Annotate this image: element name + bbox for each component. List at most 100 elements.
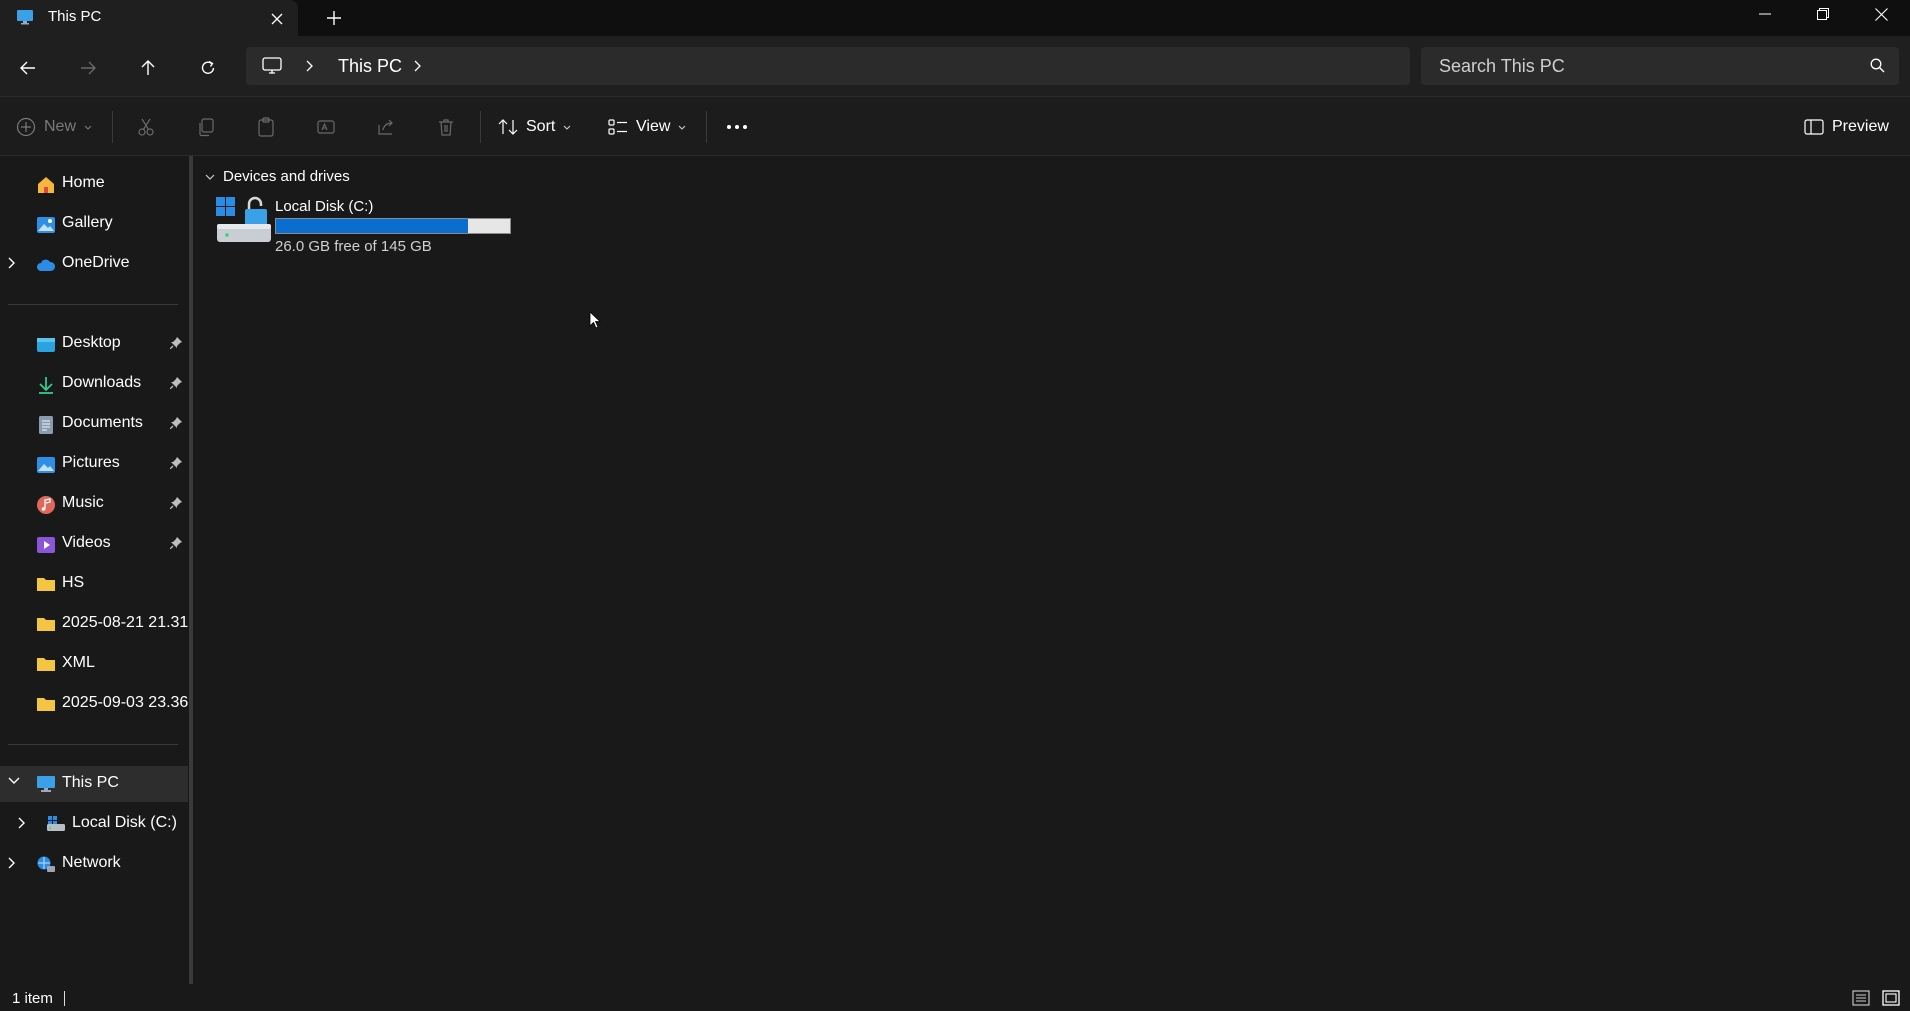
refresh-button[interactable] (190, 50, 226, 86)
pin-icon[interactable] (170, 457, 182, 469)
chevron-down-icon[interactable] (8, 777, 20, 785)
forward-button[interactable] (70, 50, 106, 86)
sidebar-item-gallery[interactable]: Gallery (0, 206, 188, 242)
sidebar-item-folder-2025-08-21[interactable]: 2025-08-21 21.31.5 (0, 606, 188, 642)
chevron-right-icon[interactable] (306, 60, 314, 72)
gallery-icon (36, 215, 56, 235)
sidebar-item-hs[interactable]: HS (0, 566, 188, 602)
new-tab-button[interactable] (322, 6, 346, 30)
monitor-icon (262, 57, 282, 75)
new-label: New (44, 118, 77, 135)
sidebar-item-desktop[interactable]: Desktop (0, 326, 188, 362)
tab-this-pc[interactable]: This PC (0, 0, 298, 36)
sidebar-item-folder-2025-09-03[interactable]: 2025-09-03 23.36.1 (0, 686, 188, 722)
home-icon (36, 175, 56, 195)
sidebar-item-pictures[interactable]: Pictures (0, 446, 188, 482)
sidebar-item-music[interactable]: Music (0, 486, 188, 522)
paste-button[interactable] (256, 111, 276, 143)
toolbar-divider (706, 111, 707, 143)
sidebar-item-home[interactable]: Home (0, 166, 188, 202)
delete-icon (436, 117, 456, 137)
sidebar-item-label: Network (62, 854, 121, 871)
music-icon (36, 495, 56, 515)
share-button[interactable] (376, 111, 396, 143)
address-bar[interactable]: This PC (246, 47, 1410, 85)
sidebar-item-documents[interactable]: Documents (0, 406, 188, 442)
details-view-button[interactable] (1850, 988, 1872, 1008)
sidebar-item-this-pc[interactable]: This PC (0, 766, 188, 802)
toolbar-divider (112, 111, 113, 143)
monitor-icon (16, 9, 34, 25)
sidebar-divider (8, 744, 178, 745)
more-options-button[interactable] (726, 111, 748, 143)
tab-title: This PC (48, 8, 102, 25)
rename-icon (316, 117, 336, 137)
pin-icon[interactable] (170, 497, 182, 509)
monitor-icon (36, 775, 56, 795)
minimize-button[interactable] (1736, 0, 1794, 28)
copy-icon (196, 117, 216, 137)
storage-usage-bar (275, 218, 511, 234)
breadcrumb-this-pc[interactable]: This PC (338, 56, 402, 77)
sidebar-item-label: 2025-08-21 21.31.5 (62, 614, 188, 631)
drive-icon (46, 815, 66, 835)
pin-icon[interactable] (170, 417, 182, 429)
sidebar-item-label: Local Disk (C:) (72, 814, 177, 831)
copy-button[interactable] (196, 111, 216, 143)
plus-circle-icon (16, 117, 36, 137)
drive-local-disk-c[interactable]: Local Disk (C:) 26.0 GB free of 145 GB (215, 196, 525, 258)
chevron-down-icon (84, 125, 92, 130)
chevron-right-icon[interactable] (8, 857, 16, 869)
sidebar-item-label: Home (62, 174, 105, 191)
pin-icon[interactable] (170, 537, 182, 549)
sidebar-item-videos[interactable]: Videos (0, 526, 188, 562)
sidebar-item-downloads[interactable]: Downloads (0, 366, 188, 402)
chevron-right-icon[interactable] (8, 257, 16, 269)
preview-pane-button[interactable]: Preview (1804, 111, 1889, 143)
search-placeholder: Search This PC (1439, 56, 1565, 76)
search-box[interactable]: Search This PC (1421, 47, 1899, 85)
sidebar-item-onedrive[interactable]: OneDrive (0, 246, 188, 282)
pin-icon[interactable] (170, 337, 182, 349)
sort-button[interactable]: Sort (498, 111, 571, 143)
download-icon (36, 375, 56, 395)
status-bar: 1 item (0, 984, 1910, 1011)
restore-button[interactable] (1794, 0, 1852, 28)
sidebar-item-local-disk[interactable]: Local Disk (C:) (0, 806, 188, 842)
pin-icon[interactable] (170, 377, 182, 389)
preview-label: Preview (1832, 118, 1889, 135)
large-icons-view-button[interactable] (1880, 988, 1902, 1008)
preview-pane-icon (1804, 119, 1824, 135)
rename-button[interactable] (316, 111, 336, 143)
devices-and-drives-header[interactable]: Devices and drives (205, 168, 350, 185)
cut-button[interactable] (136, 111, 156, 143)
view-button[interactable]: View (608, 111, 686, 143)
view-list-icon (608, 119, 628, 135)
chevron-right-icon[interactable] (414, 60, 422, 72)
pictures-icon (36, 455, 56, 475)
new-button[interactable]: New (16, 111, 92, 143)
toolbar-divider (480, 111, 481, 143)
group-title: Devices and drives (223, 168, 350, 185)
sidebar-item-label: HS (62, 574, 85, 591)
search-icon[interactable] (1870, 58, 1885, 73)
close-window-button[interactable] (1852, 0, 1910, 28)
drive-free-space: 26.0 GB free of 145 GB (275, 238, 432, 255)
sidebar-item-label: XML (62, 654, 95, 671)
more-dots-icon (726, 124, 748, 130)
delete-button[interactable] (436, 111, 456, 143)
storage-usage-fill (276, 219, 468, 233)
title-bar: This PC (0, 0, 1910, 36)
document-icon (36, 415, 56, 435)
chevron-right-icon[interactable] (18, 817, 26, 829)
up-button[interactable] (130, 50, 166, 86)
sidebar-item-label: Videos (62, 534, 111, 551)
sidebar-item-network[interactable]: Network (0, 846, 188, 882)
sidebar-item-xml[interactable]: XML (0, 646, 188, 682)
paste-icon (256, 117, 276, 137)
close-tab-icon[interactable] (266, 8, 288, 30)
folder-icon (36, 695, 56, 715)
navigation-pane: Home Gallery OneDrive Desktop Downloads (0, 156, 188, 976)
back-button[interactable] (10, 50, 46, 86)
videos-icon (36, 535, 56, 555)
